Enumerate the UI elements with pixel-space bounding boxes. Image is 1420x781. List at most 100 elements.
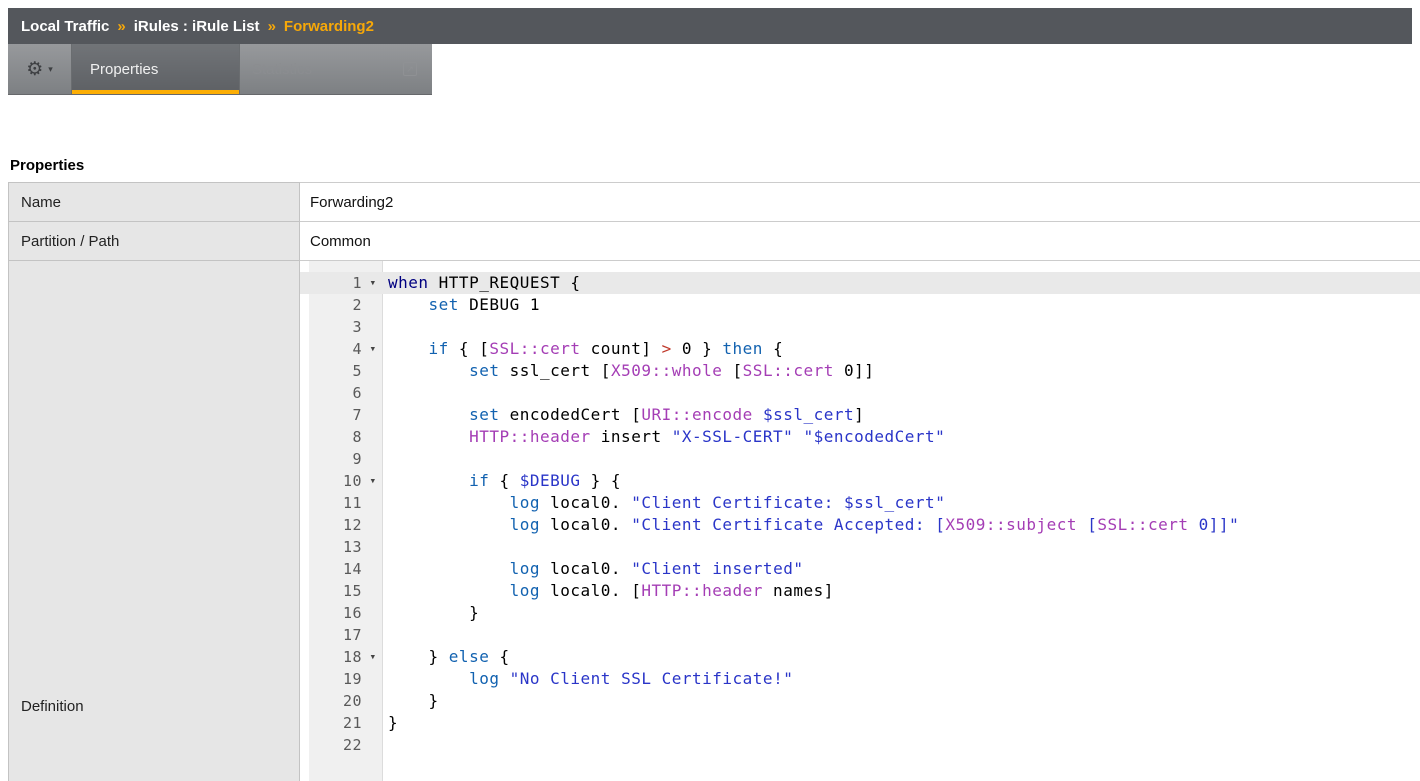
tab-statistics-label: Statistics bbox=[252, 61, 312, 78]
line-number: 18 bbox=[309, 646, 364, 668]
breadcrumb-separator-icon: » bbox=[268, 18, 276, 35]
fold-arrow-icon[interactable]: ▾ bbox=[364, 338, 382, 360]
code-line[interactable]: 6 bbox=[300, 382, 1420, 404]
breadcrumb-local-traffic[interactable]: Local Traffic bbox=[21, 18, 109, 35]
property-row-name: Name Forwarding2 bbox=[8, 182, 1420, 221]
breadcrumb: Local Traffic » iRules : iRule List » Fo… bbox=[8, 8, 1412, 44]
line-number: 16 bbox=[309, 602, 364, 624]
code-line[interactable]: 19 log "No Client SSL Certificate!" bbox=[300, 668, 1420, 690]
line-number: 22 bbox=[309, 734, 364, 756]
code-line[interactable]: 16 } bbox=[300, 602, 1420, 624]
breadcrumb-separator-icon: » bbox=[117, 18, 125, 35]
line-number: 10 bbox=[309, 470, 364, 492]
definition-editor-cell: 1▾when HTTP_REQUEST {2 set DEBUG 134▾ if… bbox=[300, 260, 1420, 781]
tab-properties[interactable]: Properties bbox=[72, 44, 240, 94]
line-number: 4 bbox=[309, 338, 364, 360]
code-line[interactable]: 20 } bbox=[300, 690, 1420, 712]
code-line[interactable]: 10▾ if { $DEBUG } { bbox=[300, 470, 1420, 492]
code-text: log local0. "Client inserted" bbox=[382, 558, 1420, 580]
line-number: 21 bbox=[309, 712, 364, 734]
fold-gutter bbox=[364, 294, 382, 316]
page: Local Traffic » iRules : iRule List » Fo… bbox=[0, 0, 1420, 781]
code-line[interactable]: 7 set encodedCert [URI::encode $ssl_cert… bbox=[300, 404, 1420, 426]
tab-properties-label: Properties bbox=[90, 61, 158, 78]
tab-statistics[interactable]: Statistics ↗ bbox=[240, 44, 432, 94]
name-label: Name bbox=[8, 182, 300, 221]
code-line[interactable]: 17 bbox=[300, 624, 1420, 646]
code-line[interactable]: 3 bbox=[300, 316, 1420, 338]
code-line[interactable]: 2 set DEBUG 1 bbox=[300, 294, 1420, 316]
property-row-definition: Definition 1▾when HTTP_REQUEST {2 set DE… bbox=[8, 260, 1420, 781]
code-text: log local0. [HTTP::header names] bbox=[382, 580, 1420, 602]
line-number: 7 bbox=[309, 404, 364, 426]
code-text bbox=[382, 448, 1420, 470]
line-number: 12 bbox=[309, 514, 364, 536]
line-number: 1 bbox=[309, 272, 364, 294]
partition-path-value: Common bbox=[300, 221, 1420, 260]
line-number: 14 bbox=[309, 558, 364, 580]
code-line[interactable]: 12 log local0. "Client Certificate Accep… bbox=[300, 514, 1420, 536]
fold-gutter bbox=[364, 360, 382, 382]
fold-gutter bbox=[364, 690, 382, 712]
code-text: } bbox=[382, 690, 1420, 712]
code-line[interactable]: 1▾when HTTP_REQUEST { bbox=[300, 272, 1420, 294]
code-text: } bbox=[382, 712, 1420, 734]
code-line[interactable]: 9 bbox=[300, 448, 1420, 470]
property-row-partition: Partition / Path Common bbox=[8, 221, 1420, 260]
fold-gutter bbox=[364, 668, 382, 690]
code-line[interactable]: 5 set ssl_cert [X509::whole [SSL::cert 0… bbox=[300, 360, 1420, 382]
line-number: 5 bbox=[309, 360, 364, 382]
external-link-icon: ↗ bbox=[403, 62, 417, 76]
code-text: set encodedCert [URI::encode $ssl_cert] bbox=[382, 404, 1420, 426]
line-number: 9 bbox=[309, 448, 364, 470]
code-editor[interactable]: 1▾when HTTP_REQUEST {2 set DEBUG 134▾ if… bbox=[300, 261, 1420, 781]
breadcrumb-irule-list[interactable]: iRules : iRule List bbox=[134, 18, 260, 35]
chevron-down-icon: ▾ bbox=[48, 64, 53, 75]
code-text: } else { bbox=[382, 646, 1420, 668]
code-line[interactable]: 15 log local0. [HTTP::header names] bbox=[300, 580, 1420, 602]
fold-gutter bbox=[364, 734, 382, 756]
code-text: log local0. "Client Certificate Accepted… bbox=[382, 514, 1420, 536]
properties-table: Name Forwarding2 Partition / Path Common… bbox=[8, 182, 1420, 781]
code-text: if { $DEBUG } { bbox=[382, 470, 1420, 492]
breadcrumb-current-page: Forwarding2 bbox=[284, 18, 374, 35]
line-number: 11 bbox=[309, 492, 364, 514]
line-number: 8 bbox=[309, 426, 364, 448]
fold-arrow-icon[interactable]: ▾ bbox=[364, 470, 382, 492]
gear-icon: ⚙ bbox=[26, 60, 43, 79]
code-text bbox=[382, 382, 1420, 404]
code-line[interactable]: 4▾ if { [SSL::cert count] > 0 } then { bbox=[300, 338, 1420, 360]
fold-arrow-icon[interactable]: ▾ bbox=[364, 646, 382, 668]
fold-gutter bbox=[364, 580, 382, 602]
code-text bbox=[382, 316, 1420, 338]
code-line[interactable]: 11 log local0. "Client Certificate: $ssl… bbox=[300, 492, 1420, 514]
code-line[interactable]: 13 bbox=[300, 536, 1420, 558]
code-line[interactable]: 18▾ } else { bbox=[300, 646, 1420, 668]
section-title: Properties bbox=[8, 157, 1420, 174]
fold-gutter bbox=[364, 492, 382, 514]
code-line[interactable]: 8 HTTP::header insert "X-SSL-CERT" "$enc… bbox=[300, 426, 1420, 448]
line-number: 19 bbox=[309, 668, 364, 690]
fold-gutter bbox=[364, 602, 382, 624]
line-number: 15 bbox=[309, 580, 364, 602]
code-text bbox=[382, 624, 1420, 646]
code-text bbox=[382, 536, 1420, 558]
code-text: set DEBUG 1 bbox=[382, 294, 1420, 316]
gear-menu-button[interactable]: ⚙ ▾ bbox=[8, 44, 72, 94]
fold-gutter bbox=[364, 448, 382, 470]
code-editor-lines: 1▾when HTTP_REQUEST {2 set DEBUG 134▾ if… bbox=[300, 272, 1420, 756]
code-line[interactable]: 22 bbox=[300, 734, 1420, 756]
line-number: 13 bbox=[309, 536, 364, 558]
code-text: when HTTP_REQUEST { bbox=[382, 272, 1420, 294]
tab-bar: ⚙ ▾ Properties Statistics ↗ bbox=[8, 44, 432, 95]
code-text: } bbox=[382, 602, 1420, 624]
line-number: 17 bbox=[309, 624, 364, 646]
code-line[interactable]: 14 log local0. "Client inserted" bbox=[300, 558, 1420, 580]
code-text: log "No Client SSL Certificate!" bbox=[382, 668, 1420, 690]
fold-gutter bbox=[364, 624, 382, 646]
fold-arrow-icon[interactable]: ▾ bbox=[364, 272, 382, 294]
name-value: Forwarding2 bbox=[300, 182, 1420, 221]
code-line[interactable]: 21} bbox=[300, 712, 1420, 734]
code-text: set ssl_cert [X509::whole [SSL::cert 0]] bbox=[382, 360, 1420, 382]
code-text: HTTP::header insert "X-SSL-CERT" "$encod… bbox=[382, 426, 1420, 448]
